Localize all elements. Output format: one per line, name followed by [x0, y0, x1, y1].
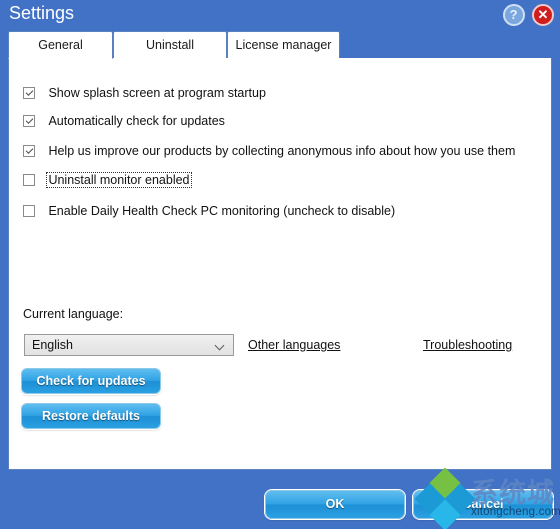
ok-label: OK	[325, 497, 345, 511]
checkbox-row-auto-updates[interactable]: Automatically check for updates	[23, 112, 227, 130]
help-glyph: ?	[509, 7, 518, 22]
checkbox-row-splash-screen[interactable]: Show splash screen at program startup	[23, 84, 268, 102]
checkbox-label-splash-screen: Show splash screen at program startup	[48, 85, 266, 100]
check-for-updates-button[interactable]: Check for updates	[21, 368, 161, 394]
restore-defaults-label: Restore defaults	[42, 409, 140, 423]
cancel-label: Cancel	[462, 497, 504, 511]
chevron-down-icon	[216, 342, 225, 348]
close-glyph: ✕	[537, 7, 549, 22]
checkbox-label-anonymous-info: Help us improve our products by collecti…	[48, 143, 516, 158]
troubleshooting-link[interactable]: Troubleshooting	[423, 338, 512, 352]
check-for-updates-label: Check for updates	[36, 374, 146, 388]
ok-button[interactable]: OK	[265, 490, 405, 519]
checkbox-label-daily-health-check: Enable Daily Health Check PC monitoring …	[48, 203, 396, 218]
checkbox-anonymous-info[interactable]	[23, 144, 35, 157]
checkbox-auto-updates[interactable]	[23, 114, 35, 127]
language-select-value: English	[32, 338, 73, 352]
checkbox-row-uninstall-monitor[interactable]: Uninstall monitor enabled	[23, 171, 192, 189]
checkbox-uninstall-monitor[interactable]	[23, 173, 35, 186]
checkbox-label-uninstall-monitor: Uninstall monitor enabled	[46, 171, 192, 188]
other-languages-link[interactable]: Other languages	[248, 338, 340, 352]
cancel-button[interactable]: Cancel	[413, 490, 553, 519]
checkbox-splash-screen[interactable]	[23, 86, 35, 99]
settings-window: Settings ? ✕ General Uninstall License m…	[0, 0, 560, 529]
caption-buttons: ? ✕	[500, 4, 554, 26]
checkbox-daily-health-check[interactable]	[23, 204, 35, 217]
checkbox-row-anonymous-info[interactable]: Help us improve our products by collecti…	[23, 142, 517, 160]
footer-bar: OK Cancel	[0, 470, 560, 529]
general-tab-panel: Show splash screen at program startup Au…	[8, 58, 552, 470]
checkbox-label-auto-updates: Automatically check for updates	[48, 113, 225, 128]
title-bar: Settings ? ✕	[0, 0, 560, 30]
window-title: Settings	[9, 3, 75, 23]
tab-license-manager[interactable]: License manager	[227, 31, 340, 59]
checkbox-row-daily-health-check[interactable]: Enable Daily Health Check PC monitoring …	[23, 202, 397, 220]
tab-general[interactable]: General	[8, 31, 113, 59]
help-icon[interactable]: ?	[502, 4, 525, 26]
restore-defaults-button[interactable]: Restore defaults	[21, 403, 161, 429]
language-select[interactable]: English	[24, 334, 234, 356]
current-language-label: Current language:	[23, 307, 124, 321]
tab-uninstall[interactable]: Uninstall	[113, 31, 227, 59]
close-icon[interactable]: ✕	[532, 4, 554, 26]
